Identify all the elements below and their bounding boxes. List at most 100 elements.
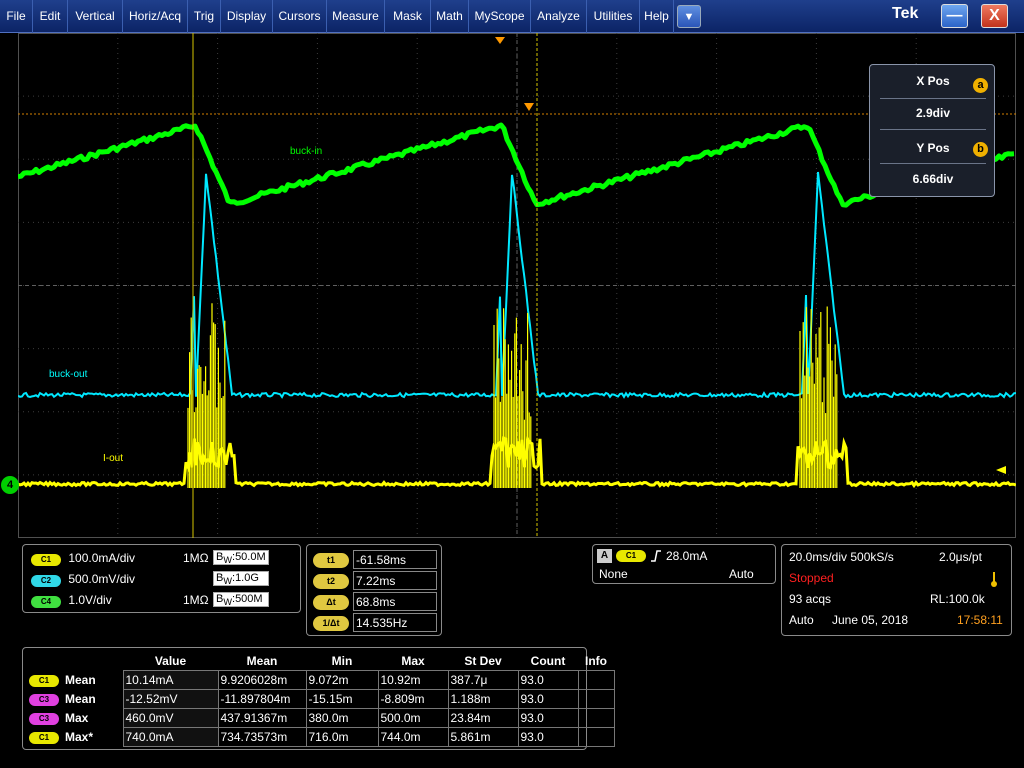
ch1-row[interactable]: C1 100.0mA/div — [31, 551, 135, 566]
menu-mask[interactable]: Mask — [385, 0, 431, 33]
waveform-display[interactable]: buck-in buck-out I-out — [18, 33, 1016, 538]
measurement-source: C1 — [27, 727, 63, 746]
measurement-type: Mean — [65, 672, 96, 687]
t1-button[interactable]: t1 — [313, 553, 349, 568]
measurement-min: 380.0m — [305, 707, 379, 728]
inverse-delta-t-value: 14.535Hz — [353, 613, 437, 632]
xpos-value[interactable]: 2.9div — [870, 106, 996, 120]
measurement-row[interactable]: C3 Mean -12.52mV -11.897804m -15.15m -8.809m 1… — [27, 688, 615, 709]
measurement-count: 93.0 — [517, 688, 579, 709]
header-mean: Mean — [246, 653, 278, 668]
ch4-coupling: 1MΩ — [183, 593, 209, 607]
header-min: Min — [331, 653, 353, 668]
ch2-bandwidth[interactable]: BW:1.0G — [213, 571, 269, 586]
cursor-readout-popup[interactable]: X Pos a 2.9div Y Pos b 6.66div — [869, 64, 995, 197]
ch2-row[interactable]: C2 500.0mV/div — [31, 572, 135, 587]
menu-measure[interactable]: Measure — [327, 0, 385, 33]
t2-button[interactable]: t2 — [313, 574, 349, 589]
record-length: RL:100.0k — [930, 592, 985, 606]
measurement-mean: 9.9206028m — [217, 669, 307, 690]
trigger-source-chip: C1 — [616, 550, 646, 562]
measurement-source: C3 — [27, 689, 63, 708]
acq-state: Stopped — [789, 571, 834, 585]
menu-help[interactable]: Help — [640, 0, 674, 33]
header-count: Count — [530, 653, 566, 668]
measurement-row[interactable]: C3 Max 460.0mV 437.91367m 380.0m 500.0m 23.84m… — [27, 707, 615, 728]
trigger-mode-badge: A — [597, 549, 612, 563]
ch1-bandwidth[interactable]: BW:50.0M — [213, 550, 269, 565]
close-button[interactable]: X — [981, 4, 1008, 28]
source-chip: C3 — [29, 694, 59, 706]
bw-sub: W — [223, 597, 232, 608]
menu-analyze[interactable]: Analyze — [531, 0, 587, 33]
measurement-stdev: 1.188m — [447, 688, 519, 709]
measurement-value: -12.52mV — [122, 688, 219, 709]
trigger-coupling: None — [599, 567, 628, 581]
divider — [880, 98, 986, 99]
trigger-level: 28.0mA — [666, 549, 708, 563]
header-max: Max — [401, 653, 425, 668]
inverse-delta-t-button[interactable]: 1/Δt — [313, 616, 349, 631]
menu-myscope[interactable]: MyScope — [469, 0, 531, 33]
menu-math[interactable]: Math — [431, 0, 469, 33]
measurement-info — [577, 707, 615, 728]
measurement-source: C1 — [27, 670, 63, 689]
minimize-button[interactable]: — — [941, 4, 968, 28]
tek-logo: Tek — [892, 5, 919, 22]
acq-mode: Auto — [789, 613, 814, 627]
measurement-row[interactable]: C1 Max* 740.0mA 734.73573m 716.0m 744.0m 5.861… — [27, 726, 615, 747]
ch1-bw-value: 50.0M — [235, 551, 266, 563]
divider — [880, 129, 986, 130]
trigger-panel[interactable]: A C1 28.0mA None Auto — [592, 544, 776, 584]
timebase: 20.0ms/div 500kS/s — [789, 550, 894, 564]
ypos-value[interactable]: 6.66div — [870, 172, 996, 186]
trigger-mode: Auto — [729, 567, 754, 581]
source-chip: C1 — [29, 675, 59, 687]
menu-cursors[interactable]: Cursors — [273, 0, 327, 33]
thermometer-icon — [991, 572, 997, 587]
ch4-bw-value: 500M — [235, 593, 263, 605]
t2-value: 7.22ms — [353, 571, 437, 590]
menu-horiz-acq[interactable]: Horiz/Acq — [123, 0, 188, 33]
measurements-header-row: Value Mean Min Max St Dev Count Info — [27, 652, 614, 670]
ch1-scale: 100.0mA/div — [68, 551, 136, 565]
measurement-info — [577, 726, 615, 747]
cursor-b-badge: b — [973, 142, 988, 157]
t1-value: -61.58ms — [353, 550, 437, 569]
resolution: 2.0μs/pt — [939, 550, 982, 564]
menu-display[interactable]: Display — [221, 0, 273, 33]
measurement-info — [577, 688, 615, 709]
rising-edge-icon — [651, 550, 661, 562]
ch1-coupling: 1MΩ — [183, 551, 209, 565]
measurement-source: C3 — [27, 708, 63, 727]
menu-vertical[interactable]: Vertical — [68, 0, 123, 33]
measurement-max: 10.92m — [377, 669, 449, 690]
source-chip: C3 — [29, 713, 59, 725]
bw-sub: W — [223, 555, 232, 566]
source-chip: C1 — [29, 732, 59, 744]
menu-trig[interactable]: Trig — [188, 0, 221, 33]
ch4-ground-marker[interactable]: 4 — [1, 476, 19, 494]
chevron-down-icon[interactable]: ▼ — [677, 5, 701, 28]
trigger-level-icon — [996, 466, 1006, 474]
ch4-bandwidth[interactable]: BW:500M — [213, 592, 269, 607]
menu-file[interactable]: File — [0, 0, 33, 33]
measurement-value: 460.0mV — [122, 707, 219, 728]
header-source — [27, 652, 63, 670]
menu-edit[interactable]: Edit — [33, 0, 68, 33]
trace-buck-in — [18, 122, 1015, 208]
measurement-count: 93.0 — [517, 669, 579, 690]
ch4-row[interactable]: C4 1.0V/div — [31, 593, 112, 608]
measurement-mean: 734.73573m — [217, 726, 307, 747]
menu-utilities[interactable]: Utilities — [587, 0, 640, 33]
header-info: Info — [585, 653, 607, 668]
delta-t-button[interactable]: Δt — [313, 595, 349, 610]
measurement-row[interactable]: C1 Mean 10.14mA 9.9206028m 9.072m 10.92m 387.7… — [27, 669, 615, 690]
delta-t-value: 68.8ms — [353, 592, 437, 611]
measurement-min: 716.0m — [305, 726, 379, 747]
measurement-type: Mean — [65, 691, 96, 706]
header-value: Value — [154, 653, 187, 668]
trigger-position-icon — [495, 37, 505, 44]
channel-settings-panel: C1 100.0mA/div 1MΩ BW:50.0M C2 500.0mV/d… — [22, 544, 301, 613]
acquisition-panel[interactable]: 20.0ms/div 500kS/s 2.0μs/pt Stopped 93 a… — [781, 544, 1012, 636]
